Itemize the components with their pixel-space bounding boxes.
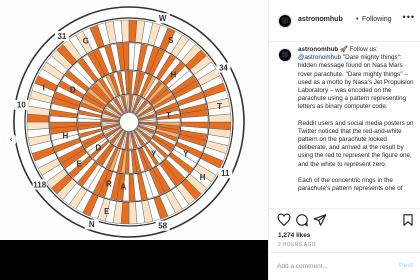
letter-label: H xyxy=(200,173,206,182)
caption-section: astronomhub 🚀 Follow us: @astronomhub "D… xyxy=(269,42,420,208)
letter-label: T xyxy=(217,102,222,111)
letter-label: Y xyxy=(151,149,157,158)
outer-ring-label: N xyxy=(89,220,95,229)
post-timestamp: 2 HOURS AGO xyxy=(278,242,316,248)
parachute-graphic: W 34 11 58 N 118 10 31 S T H E I G H Y AR E H D T Y D xyxy=(13,6,245,238)
previous-arrow-icon[interactable]: ‹ xyxy=(5,134,17,146)
letter-label: I xyxy=(43,83,45,92)
caption-paragraph-3: Each of the concentric rings in the para… xyxy=(298,176,403,193)
letter-label: D xyxy=(95,144,101,153)
header-username[interactable]: astronomhub xyxy=(298,16,343,23)
outer-ring-label: 11 xyxy=(221,169,230,178)
comment-input[interactable] xyxy=(277,260,387,273)
letter-label: A xyxy=(120,183,126,192)
caption-username[interactable]: astronomhub xyxy=(298,46,338,53)
post-media: W 34 11 58 N 118 10 31 S T H E I G H Y A R E H D T Y D ‹ xyxy=(0,0,268,280)
letter-label: E xyxy=(77,160,83,169)
letter-label: D xyxy=(70,85,76,94)
letter-label: G xyxy=(83,37,89,46)
outer-ring-label: 31 xyxy=(57,32,66,41)
letter-label: H xyxy=(63,131,69,140)
comment-icon[interactable] xyxy=(295,213,309,227)
outer-ring-label: 118 xyxy=(33,180,46,189)
outer-ring-label: 10 xyxy=(17,101,26,110)
parachute-image: W 34 11 58 N 118 10 31 S T H E I G H Y A R E H D T Y D xyxy=(0,0,268,240)
separator-dot: • xyxy=(356,16,359,23)
caption-follow-prefix: 🚀 Follow us: xyxy=(339,46,378,53)
caption-avatar[interactable] xyxy=(278,48,292,62)
vent-hole xyxy=(119,112,139,132)
letter-label: Y xyxy=(183,149,189,158)
letter-label: S xyxy=(168,36,174,45)
post-comment-button[interactable]: Post xyxy=(399,262,413,269)
more-options-icon[interactable]: ••• xyxy=(403,12,415,22)
following-button[interactable]: Following xyxy=(362,16,392,23)
letter-label: H xyxy=(170,70,176,79)
action-bar xyxy=(269,208,420,230)
post-header: astronomhub • Following ••• xyxy=(269,0,420,42)
comment-bar: Post xyxy=(269,252,420,280)
share-icon[interactable] xyxy=(313,213,327,227)
letter-label: T xyxy=(166,111,171,120)
caption-body: "Dare mighty things": hidden message fou… xyxy=(298,54,414,111)
outer-ring-label: 34 xyxy=(219,63,228,72)
caption-paragraph-2: Reddit users and social media posters on… xyxy=(298,119,414,168)
heart-icon[interactable] xyxy=(277,213,291,227)
outer-ring-label: W xyxy=(159,14,167,23)
letter-label: R xyxy=(106,180,112,189)
outer-ring-label: 58 xyxy=(158,221,167,230)
avatar[interactable] xyxy=(278,14,292,28)
bookmark-icon[interactable] xyxy=(401,213,415,227)
caption-handle-link[interactable]: @astronomhub xyxy=(298,54,341,61)
post-sidebar: astronomhub • Following ••• astronomhub … xyxy=(268,0,420,280)
letter-label: E xyxy=(104,207,110,216)
likes-count[interactable]: 1,274 likes xyxy=(278,232,311,239)
caption-text: astronomhub 🚀 Follow us: @astronomhub "D… xyxy=(298,46,416,201)
